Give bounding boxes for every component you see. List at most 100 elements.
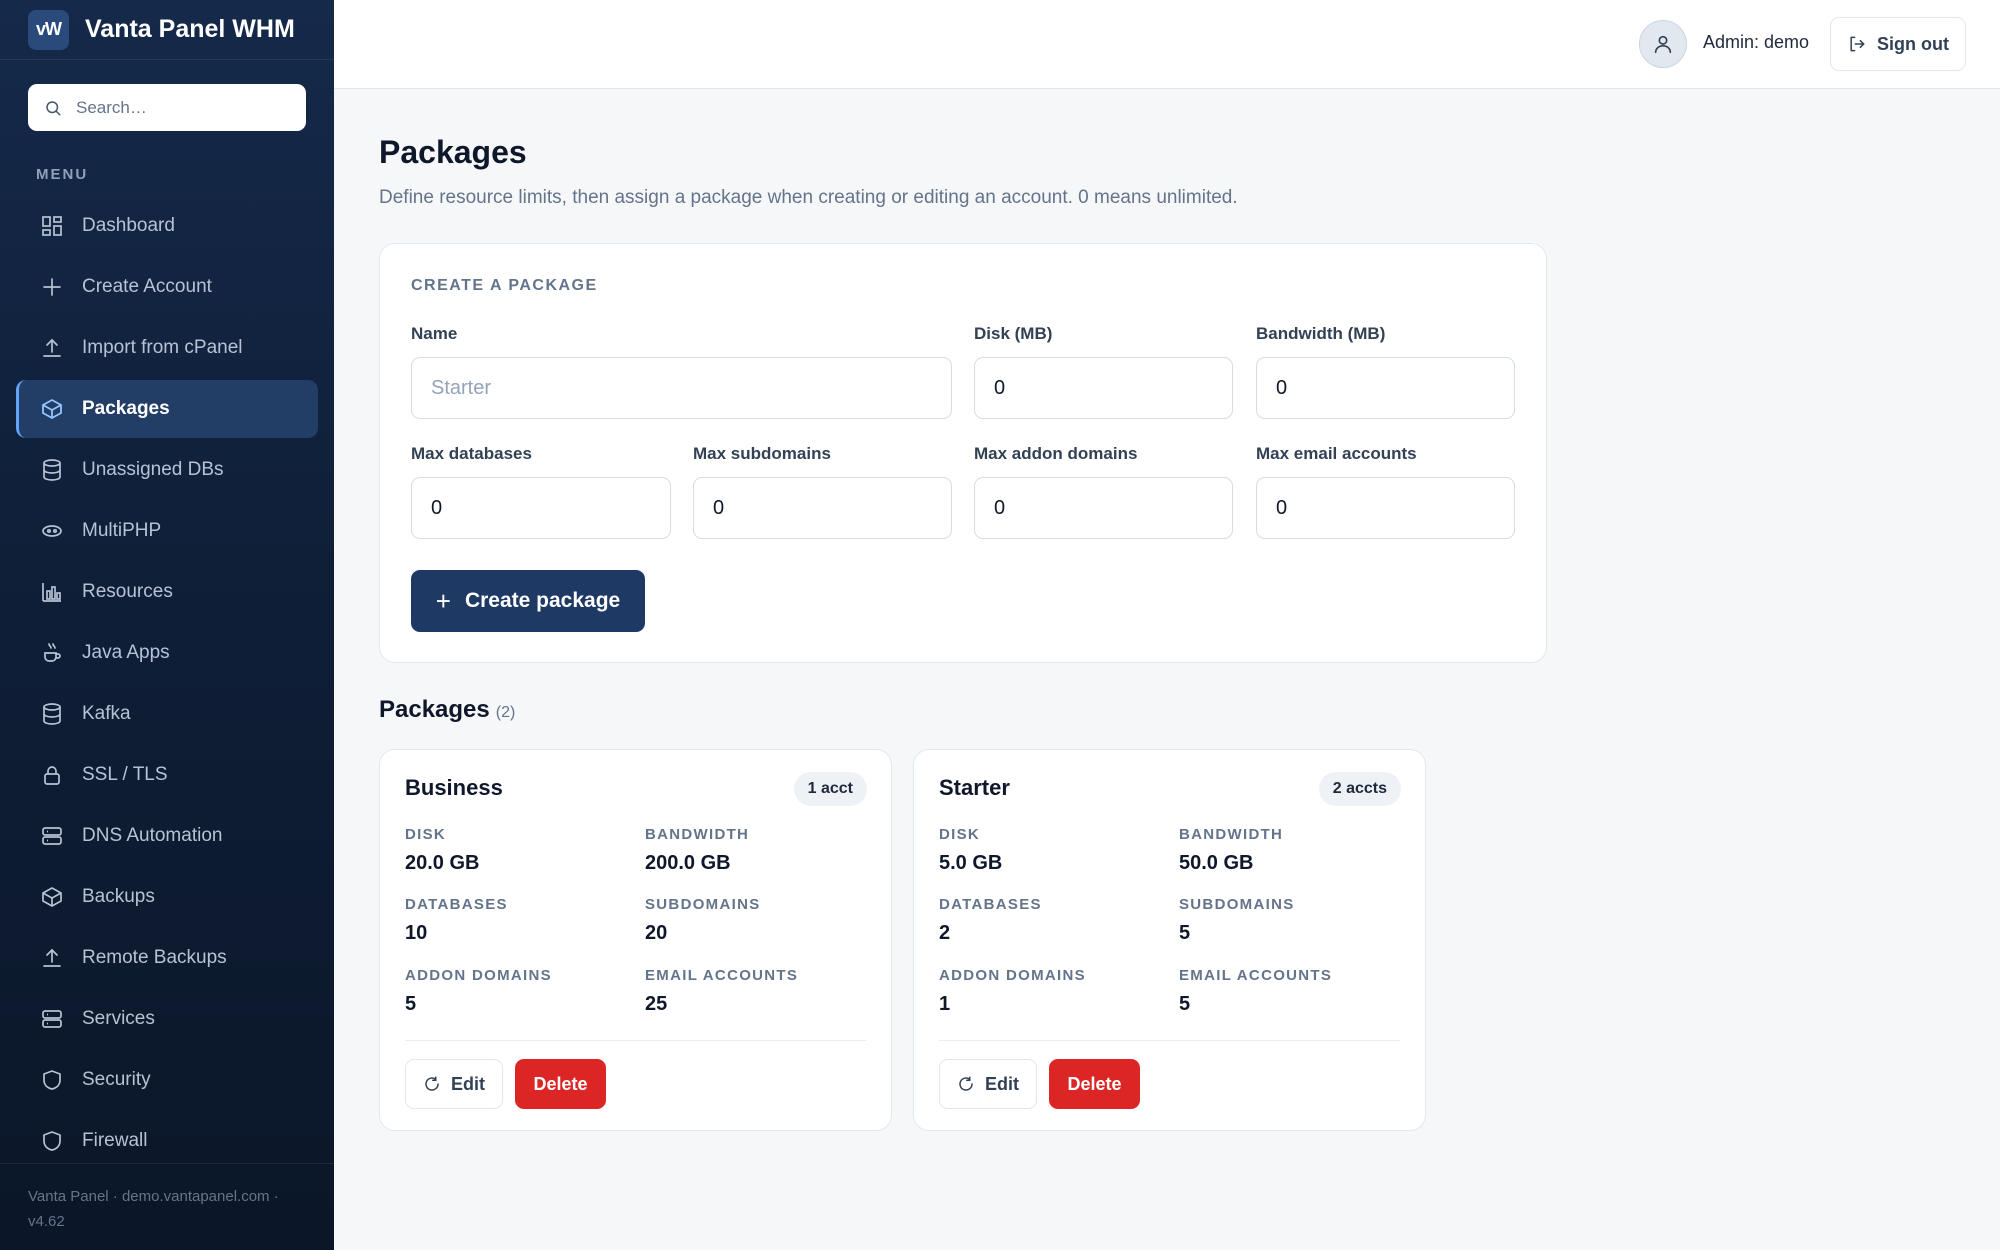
sidebar-item-remote-backups[interactable]: Remote Backups [16, 929, 318, 987]
edit-label: Edit [451, 1073, 485, 1094]
sidebar-item-label: Backups [82, 886, 155, 907]
box-icon [42, 887, 62, 907]
sidebar-item-java-apps[interactable]: Java Apps [16, 624, 318, 682]
sidebar-item-dashboard[interactable]: Dashboard [16, 197, 318, 255]
package-card-business: Business 1 acct DISK 20.0 GB BANDWIDTH 2… [379, 749, 892, 1131]
email-accounts-stat-value: 5 [1179, 993, 1191, 1015]
edit-button[interactable]: Edit [405, 1059, 503, 1109]
name-label: Name [411, 324, 458, 343]
max-email-accounts-label: Max email accounts [1256, 444, 1417, 463]
brand[interactable]: vW Vanta Panel WHM [0, 0, 334, 60]
sidebar-item-label: Java Apps [82, 642, 170, 663]
sidebar-item-label: Create Account [82, 276, 212, 297]
package-name: Starter [939, 775, 1010, 800]
addon-domains-stat-label: ADDON DOMAINS [939, 967, 1086, 984]
coffee-icon [44, 643, 61, 662]
sign-out-button[interactable]: Sign out [1830, 17, 1966, 71]
subdomains-stat-label: SUBDOMAINS [645, 896, 761, 913]
sidebar-item-label: SSL / TLS [82, 764, 168, 785]
sidebar-item-label: MultiPHP [82, 520, 162, 541]
max-addon-domains-label: Max addon domains [974, 444, 1138, 463]
edit-button[interactable]: Edit [939, 1059, 1037, 1109]
sign-out-icon [1850, 36, 1865, 52]
sidebar-item-label: Resources [82, 581, 173, 602]
sidebar-item-packages[interactable]: Packages [16, 380, 318, 438]
create-package-button[interactable]: + Create package [411, 570, 645, 632]
sidebar-item-create-account[interactable]: Create Account [16, 258, 318, 316]
disk-label: Disk (MB) [974, 324, 1053, 343]
name-input[interactable] [411, 357, 952, 419]
sidebar-item-ssl-tls[interactable]: SSL / TLS [16, 746, 318, 804]
user-icon [1654, 35, 1672, 54]
package-card-starter: Starter 2 accts DISK 5.0 GB BANDWIDTH 50… [913, 749, 1426, 1131]
php-icon [42, 525, 62, 537]
lock-icon [44, 766, 60, 785]
sidebar-item-label: Packages [82, 398, 170, 419]
sidebar-item-label: Kafka [82, 703, 131, 724]
delete-button[interactable]: Delete [515, 1059, 606, 1109]
max-addon-domains-input[interactable] [974, 477, 1233, 539]
delete-button[interactable]: Delete [1049, 1059, 1140, 1109]
package-icon [42, 399, 62, 419]
addon-domains-stat-label: ADDON DOMAINS [405, 967, 552, 984]
databases-stat-label: DATABASES [405, 896, 508, 913]
bar-chart-icon [42, 583, 61, 602]
database-icon [43, 703, 61, 725]
plus-icon [43, 278, 61, 296]
sidebar-item-kafka[interactable]: Kafka [16, 685, 318, 743]
sidebar-item-multiphp[interactable]: MultiPHP [16, 502, 318, 560]
sidebar-item-security[interactable]: Security [16, 1051, 318, 1109]
sidebar-item-backups[interactable]: Backups [16, 868, 318, 926]
divider [939, 1040, 1400, 1041]
packages-count: (2) [495, 704, 516, 721]
disk-input[interactable] [974, 357, 1233, 419]
max-databases-input[interactable] [411, 477, 671, 539]
refresh-icon [959, 1076, 973, 1091]
refresh-icon [425, 1076, 439, 1091]
sidebar-item-dns-automation[interactable]: DNS Automation [16, 807, 318, 865]
search-input[interactable] [76, 97, 296, 118]
packages-title: Packages [379, 696, 490, 723]
bandwidth-stat-value: 50.0 GB [1179, 852, 1254, 874]
avatar[interactable] [1639, 20, 1687, 68]
max-email-accounts-input[interactable] [1256, 477, 1515, 539]
search-icon [46, 100, 61, 115]
create-package-label: Create package [464, 589, 621, 612]
packages-section-title: Packages (2) [379, 696, 515, 724]
addon-domains-stat-value: 1 [939, 993, 951, 1015]
divider [405, 1040, 866, 1041]
databases-stat-value: 10 [405, 922, 428, 944]
bandwidth-stat-value: 200.0 GB [645, 852, 731, 874]
subdomains-stat-value: 5 [1179, 922, 1191, 944]
databases-stat-value: 2 [939, 922, 951, 944]
dashboard-icon [42, 216, 62, 236]
email-accounts-stat-value: 25 [645, 993, 668, 1015]
sidebar-item-import-cpanel[interactable]: Import from cPanel [16, 319, 318, 377]
bandwidth-stat-label: BANDWIDTH [645, 826, 750, 843]
sidebar-item-unassigned-dbs[interactable]: Unassigned DBs [16, 441, 318, 499]
sidebar-item-resources[interactable]: Resources [16, 563, 318, 621]
sidebar-item-label: Unassigned DBs [82, 459, 224, 480]
subdomains-stat-value: 20 [645, 922, 668, 944]
shield-icon [43, 1131, 61, 1151]
bandwidth-input[interactable] [1256, 357, 1515, 419]
server-icon [42, 1010, 62, 1028]
sidebar-item-services[interactable]: Services [16, 990, 318, 1048]
sidebar-item-firewall[interactable]: Firewall [16, 1112, 318, 1170]
page-title: Packages [379, 134, 527, 170]
package-name: Business [405, 775, 503, 800]
bandwidth-label: Bandwidth (MB) [1256, 324, 1386, 343]
menu-label: MENU [36, 166, 89, 183]
max-subdomains-input[interactable] [693, 477, 952, 539]
page-description: Define resource limits, then assign a pa… [379, 187, 1238, 208]
sidebar: vW Vanta Panel WHM MENU Dashboard Create… [0, 0, 334, 1250]
shield-icon [43, 1070, 61, 1090]
addon-domains-stat-value: 5 [405, 993, 417, 1015]
sidebar-item-label: Remote Backups [82, 947, 227, 968]
disk-stat-value: 5.0 GB [939, 852, 1003, 874]
max-databases-label: Max databases [411, 444, 532, 463]
subdomains-stat-label: SUBDOMAINS [1179, 896, 1295, 913]
sidebar-search[interactable] [28, 84, 306, 131]
top-bar: Admin: demo Sign out [334, 0, 2000, 89]
disk-stat-label: DISK [939, 826, 981, 843]
